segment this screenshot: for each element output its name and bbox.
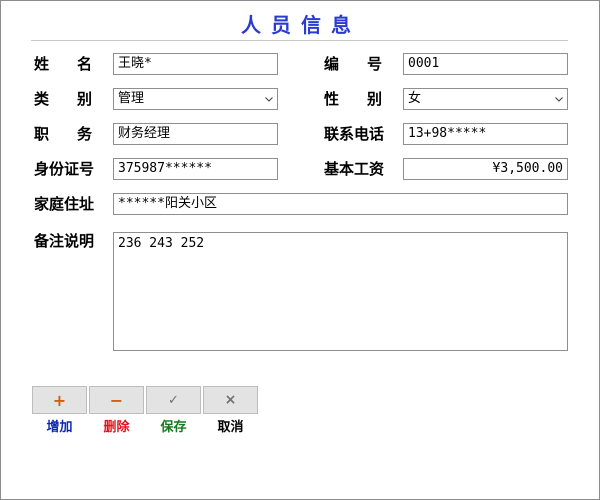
cancel-button-label[interactable]: 取消 [203,416,258,435]
position-field[interactable]: 财务经理 [113,123,278,145]
name-field[interactable]: 王晓* [113,53,278,75]
delete-button[interactable]: − [89,386,144,414]
gender-label: 性别 [324,90,382,108]
minus-icon: − [109,390,124,410]
phone-field[interactable]: 13+98***** [403,123,568,145]
notes-label: 备注说明 [34,232,95,250]
chevron-down-icon [265,97,273,102]
id-number-field[interactable]: 375987****** [113,158,278,180]
id-number-label: 身份证号 [34,160,95,178]
category-select-value: 管理 [118,91,145,106]
title-divider [31,40,568,41]
address-label: 家庭住址 [34,195,95,213]
category-select[interactable]: 管理 [113,88,278,110]
position-label: 职务 [34,125,92,143]
cancel-button[interactable]: × [203,386,258,414]
notes-textarea[interactable]: 236 243 252 [113,232,568,351]
number-field[interactable]: 0001 [403,53,568,75]
add-button[interactable]: + [32,386,87,414]
gender-select[interactable]: 女 [403,88,568,110]
number-label: 编号 [324,55,382,73]
address-field[interactable]: ******阳关小区 [113,193,568,215]
chevron-down-icon [555,97,563,102]
category-label: 类别 [34,90,92,108]
salary-field[interactable]: ¥3,500.00 [403,158,568,180]
gender-select-value: 女 [408,91,422,106]
save-button-label[interactable]: 保存 [146,416,201,435]
plus-icon: + [52,390,67,410]
person-info-window: 人员信息 姓名 王晓* 编号 0001 类别 管理 性别 女 职务 财务经理 联… [0,0,600,500]
page-title: 人员信息 [241,13,361,37]
salary-label: 基本工资 [324,160,385,178]
phone-label: 联系电话 [324,125,385,143]
name-label: 姓名 [34,55,92,73]
close-icon: × [224,392,237,408]
delete-button-label[interactable]: 删除 [89,416,144,435]
add-button-label[interactable]: 增加 [32,416,87,435]
save-button[interactable]: ✓ [146,386,201,414]
checkmark-icon: ✓ [168,392,179,408]
